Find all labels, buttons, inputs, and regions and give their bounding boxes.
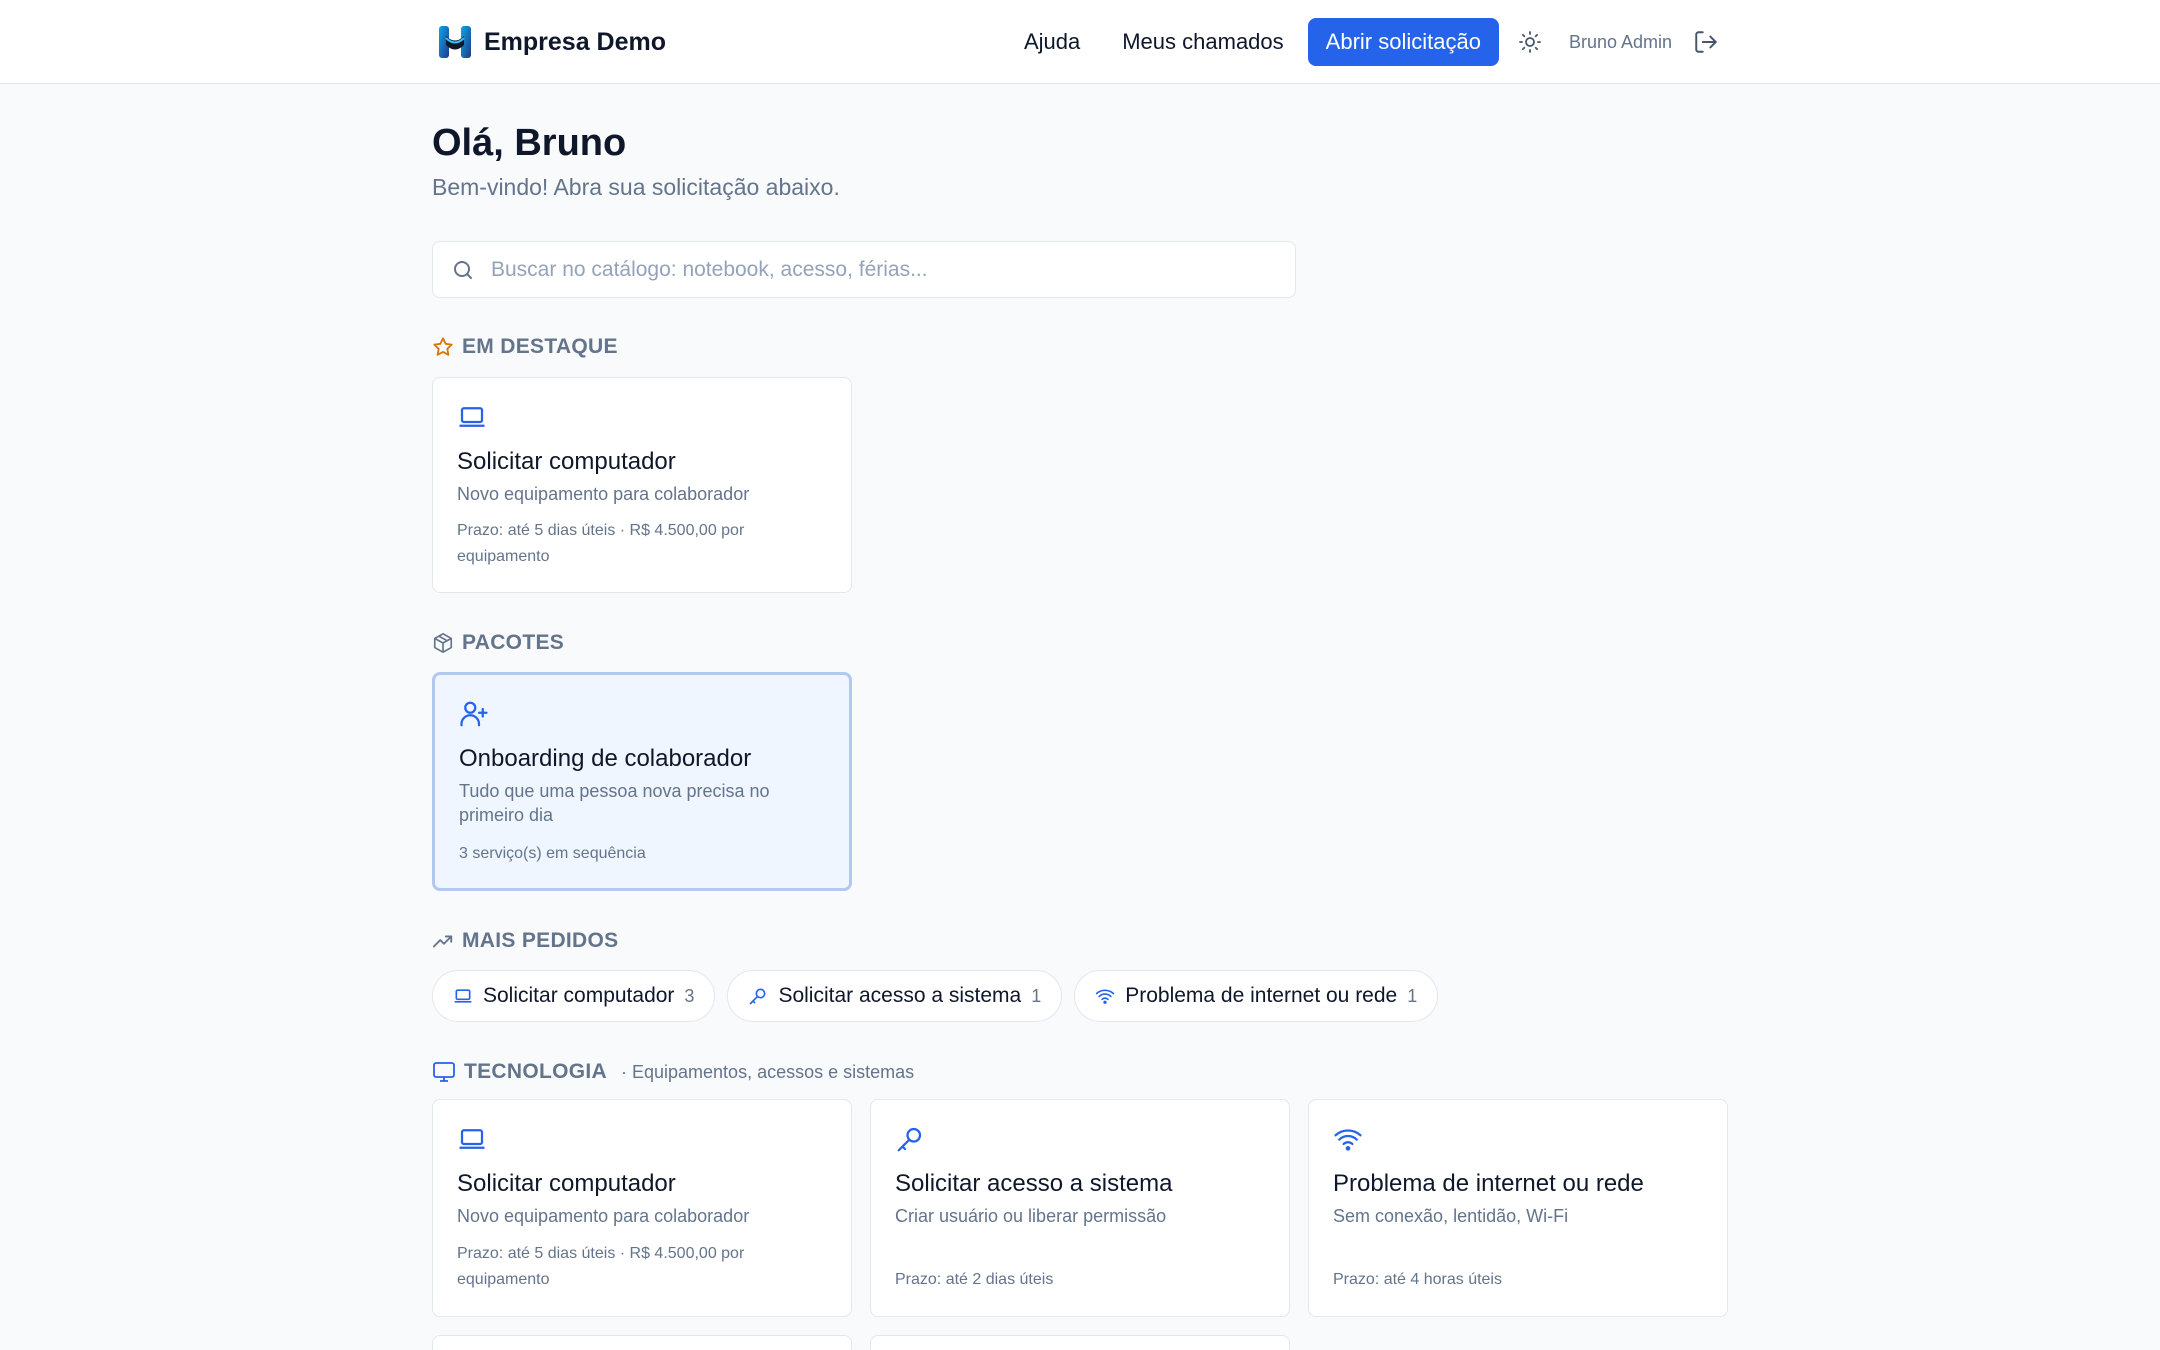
card-title: Solicitar computador	[457, 448, 676, 475]
card-title: Solicitar acesso a sistema	[895, 1170, 1173, 1197]
tech-card-request-computer[interactable]: Solicitar computador Novo equipamento pa…	[432, 1099, 852, 1317]
search-input[interactable]	[491, 257, 1271, 282]
card-title: Problema de internet ou rede	[1333, 1170, 1644, 1197]
card-meta: Prazo: até 5 dias úteis · R$ 4.500,00 po…	[457, 522, 745, 565]
package-icon	[433, 633, 453, 653]
card-description: Criar usuário ou liberar permissão	[895, 1206, 1167, 1226]
open-request-button[interactable]: Abrir solicitação	[1307, 18, 1499, 66]
card-description: Novo equipamento para colaborador	[457, 1206, 750, 1226]
nav-my-tickets-link[interactable]: Meus chamados	[1122, 29, 1283, 55]
laptop-icon	[454, 989, 472, 1003]
package-card-onboarding[interactable]: Onboarding de colaborador Tudo que uma p…	[432, 672, 852, 891]
card-description: Tudo que uma pessoa nova precisa no prim…	[459, 781, 770, 825]
section-featured-title: EM DESTAQUE	[462, 335, 618, 358]
chip-label: Solicitar acesso a sistema	[778, 984, 1022, 1007]
card-description: Novo equipamento para colaborador	[457, 484, 750, 504]
popular-chip-network-problem[interactable]: Problema de internet ou rede 1	[1074, 970, 1439, 1022]
brand[interactable]: Empresa Demo	[436, 20, 666, 64]
tech-card-partial[interactable]	[432, 1335, 852, 1350]
nav-help-link[interactable]: Ajuda	[1024, 29, 1080, 55]
section-packages-heading: PACOTES	[432, 631, 564, 655]
popular-chip-request-computer[interactable]: Solicitar computador 3	[432, 970, 716, 1022]
key-icon	[897, 1127, 922, 1152]
section-technology-title: TECNOLOGIA	[464, 1060, 607, 1083]
sun-icon	[1519, 31, 1541, 53]
catalog-search	[432, 241, 1296, 298]
brand-name: Empresa Demo	[484, 27, 667, 56]
chip-count: 1	[1407, 985, 1418, 1006]
tech-card-partial[interactable]	[870, 1335, 1290, 1350]
user-name[interactable]: Bruno Admin	[1569, 32, 1672, 53]
key-icon	[750, 988, 766, 1005]
chip-label: Problema de internet ou rede	[1125, 984, 1398, 1007]
card-meta: 3 serviço(s) em sequência	[459, 845, 646, 862]
logout-icon	[1695, 31, 1717, 53]
monitor-icon	[433, 1062, 455, 1082]
card-title: Solicitar computador	[457, 1170, 676, 1197]
logout-button[interactable]	[1692, 28, 1720, 56]
popular-requests-list: Solicitar computador 3 Solicitar acesso …	[432, 970, 1439, 1022]
featured-card-request-computer[interactable]: Solicitar computador Novo equipamento pa…	[432, 377, 852, 593]
laptop-icon	[459, 1129, 485, 1149]
chip-count: 3	[684, 985, 695, 1006]
trending-up-icon	[432, 935, 453, 948]
section-technology-subtitle: · Equipamentos, acessos e sistemas	[621, 1061, 915, 1082]
section-packages-title: PACOTES	[462, 631, 565, 654]
card-meta: Prazo: até 4 horas úteis	[1333, 1271, 1502, 1288]
page-subtitle: Bem-vindo! Abra sua solicitação abaixo.	[432, 174, 840, 200]
card-meta: Prazo: até 5 dias úteis · R$ 4.500,00 po…	[457, 1245, 745, 1288]
section-technology-heading: TECNOLOGIA · Equipamentos, acessos e sis…	[432, 1060, 914, 1084]
section-popular-heading: MAIS PEDIDOS	[432, 929, 618, 953]
theme-toggle-button[interactable]	[1515, 27, 1545, 57]
page-title: Olá, Bruno	[432, 122, 627, 164]
section-featured-heading: EM DESTAQUE	[432, 335, 618, 359]
main-nav: Ajuda Meus chamados Abrir solicitação Br…	[1024, 18, 1720, 66]
chip-count: 1	[1031, 985, 1042, 1006]
top-navigation-bar: Empresa Demo Ajuda Meus chamados Abrir s…	[0, 0, 2160, 84]
wifi-icon	[1096, 989, 1115, 1004]
popular-chip-system-access[interactable]: Solicitar acesso a sistema 1	[727, 970, 1063, 1022]
chip-label: Solicitar computador	[483, 984, 675, 1007]
laptop-icon	[459, 407, 485, 427]
card-title: Onboarding de colaborador	[459, 745, 752, 772]
wifi-icon	[1334, 1129, 1362, 1151]
card-description: Sem conexão, lentidão, Wi-Fi	[1333, 1206, 1569, 1226]
tech-card-system-access[interactable]: Solicitar acesso a sistema Criar usuário…	[870, 1099, 1290, 1317]
user-plus-icon	[460, 701, 488, 727]
tech-card-network-problem[interactable]: Problema de internet ou rede Sem conexão…	[1308, 1099, 1728, 1317]
search-icon	[454, 260, 472, 279]
section-popular-title: MAIS PEDIDOS	[462, 929, 619, 952]
card-meta: Prazo: até 2 dias úteis	[895, 1271, 1054, 1288]
brand-logo-icon	[439, 26, 471, 58]
star-icon	[433, 337, 453, 356]
